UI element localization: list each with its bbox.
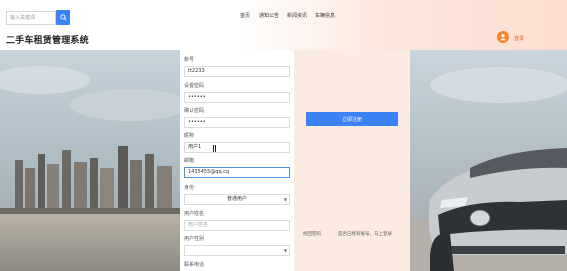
city-background-image — [0, 50, 180, 271]
car-background-image — [410, 50, 567, 271]
phone-label: 联系电话 — [184, 262, 205, 268]
email-label: 邮箱 — [184, 158, 195, 164]
registration-form: 账号 tt2233 设置密码 •••••• 确认密码 •••••• 昵称 用户1… — [180, 50, 294, 271]
nav-notices[interactable]: 通知公告 — [259, 12, 279, 19]
search-input[interactable]: 输入关键词 — [6, 11, 56, 25]
password-input[interactable]: •••••• — [184, 92, 290, 103]
role-select-value: 普通用户 — [226, 196, 247, 202]
user-icon — [500, 34, 506, 41]
forgot-password-link[interactable]: 找回密码 — [303, 231, 321, 237]
nav-news[interactable]: 新闻资讯 — [287, 12, 307, 19]
account-label: 账号 — [184, 57, 195, 63]
role-label: 身份 — [184, 185, 195, 191]
gender-select[interactable]: ▼ — [184, 245, 290, 256]
site-title: 二手车租赁管理系统 — [6, 36, 89, 46]
text-cursor — [213, 145, 216, 152]
password-label: 设置密码 — [184, 83, 205, 89]
register-button[interactable]: 立即注册 — [306, 112, 398, 126]
chevron-down-icon: ▼ — [283, 197, 287, 202]
chevron-down-icon: ▼ — [283, 248, 287, 253]
search-icon — [59, 14, 67, 21]
avatar[interactable] — [497, 31, 509, 43]
confirm-password-input[interactable]: •••••• — [184, 117, 290, 128]
role-select[interactable]: 普通用户 ▼ — [184, 194, 290, 205]
nav-vehicles[interactable]: 车辆信息 — [315, 12, 335, 19]
nickname-label: 昵称 — [184, 133, 195, 139]
confirm-password-label: 确认密码 — [184, 108, 205, 114]
user-name-input[interactable]: 用户姓名 — [184, 220, 290, 231]
register-panel — [294, 50, 410, 271]
email-input[interactable]: 1435455@qq.cq — [184, 167, 290, 178]
user-name-label: 用户姓名 — [184, 211, 205, 217]
nickname-input[interactable]: 用户1 — [184, 142, 290, 153]
header-decoration — [237, 0, 567, 50]
gender-label: 用户性别 — [184, 236, 205, 242]
account-input[interactable]: tt2233 — [184, 66, 290, 77]
nav-home[interactable]: 首页 — [240, 12, 250, 19]
login-existing-account-link[interactable]: 是否已经有账号，马上登录 — [338, 231, 392, 237]
login-link[interactable]: 登录 — [514, 35, 524, 42]
search-button[interactable] — [56, 10, 70, 25]
